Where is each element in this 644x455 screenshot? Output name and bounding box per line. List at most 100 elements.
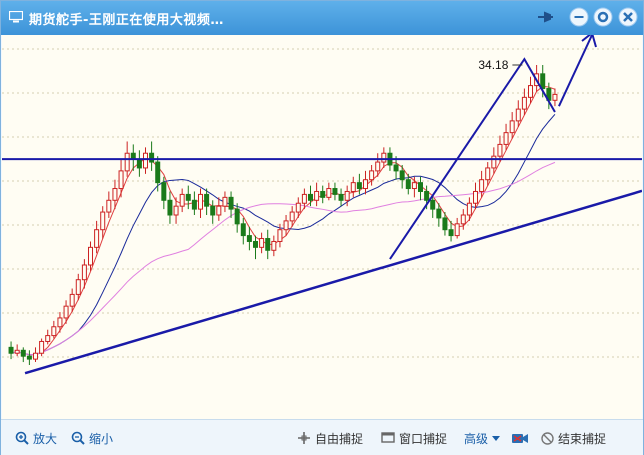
candle-body (405, 179, 411, 190)
minimize-icon[interactable] (569, 7, 589, 27)
video-camera-button[interactable] (511, 430, 533, 446)
candle-body (295, 202, 301, 213)
candle-body (155, 161, 161, 184)
candle-body (33, 352, 38, 360)
candle-body (57, 317, 63, 328)
zoom-out-label: 缩小 (89, 431, 114, 446)
advanced-dropdown[interactable]: 高级 (464, 430, 505, 446)
candle-body (259, 238, 265, 248)
zoom-out-button[interactable]: 缩小 (71, 430, 113, 446)
end-capture-label: 结束捕捉 (558, 431, 607, 446)
free-capture-label: 自由捕捉 (315, 431, 364, 446)
restore-icon[interactable] (593, 7, 613, 27)
video-camera-icon (512, 434, 528, 443)
candle-body (191, 199, 197, 210)
end-capture-button[interactable]: 结束捕捉 (541, 430, 606, 446)
candle-body (81, 264, 87, 281)
stop-icon (541, 431, 554, 445)
candle-body (161, 182, 167, 201)
candle-body (69, 293, 75, 307)
free-capture-button[interactable]: 自由捕捉 (297, 430, 363, 446)
candle-body (473, 190, 478, 204)
candle-body (521, 96, 527, 110)
candle-body (216, 205, 222, 216)
up-arrow-line (558, 35, 593, 107)
candle-body (301, 193, 307, 204)
candle-body (503, 132, 509, 145)
candle-body (39, 340, 45, 354)
candle-body (100, 211, 106, 231)
candle-body (491, 155, 497, 169)
advanced-label: 高级 (464, 431, 489, 446)
candle-body (112, 188, 118, 201)
candle-body (356, 182, 362, 190)
candle-body (552, 93, 558, 101)
candle-body (381, 152, 387, 163)
candle-body (399, 170, 405, 181)
candle-body (344, 190, 350, 201)
candle-body (479, 179, 485, 192)
candle-body (326, 188, 332, 198)
candle-body (240, 223, 246, 237)
candle-body (75, 279, 81, 295)
candle-body (509, 120, 515, 134)
candle-body (51, 326, 57, 337)
candle-body (118, 170, 124, 190)
monitor-icon (9, 11, 23, 23)
candle-body (320, 190, 326, 198)
title-bar[interactable]: 期货舵手-王刚正在使用大视频… (1, 1, 643, 35)
candle-body (411, 182, 417, 190)
candle-body (88, 246, 93, 266)
candle-body (393, 164, 399, 172)
candle-body (289, 211, 295, 222)
candle-body (8, 346, 14, 354)
capture-toolbar: 放大 缩小 自由捕捉 窗口捕捉 高级 结束捕捉 (1, 419, 643, 455)
candle-body (14, 349, 20, 354)
candle-body (283, 220, 289, 231)
candle-body (106, 199, 112, 213)
candle-body (246, 235, 252, 242)
candle-body (308, 193, 313, 201)
candle-body (332, 188, 338, 195)
candle-body (136, 158, 142, 169)
close-icon[interactable] (618, 7, 638, 27)
candle-body (26, 355, 32, 360)
candle-body (314, 190, 320, 201)
candle-body (375, 161, 381, 172)
candle-body (173, 205, 179, 216)
candle-body (228, 196, 234, 210)
window-capture-button[interactable]: 窗口捕捉 (381, 430, 447, 446)
pin-icon[interactable] (535, 7, 555, 27)
zoom-in-button[interactable]: 放大 (15, 430, 57, 446)
moving-averages (10, 85, 556, 356)
candle-body (369, 170, 375, 181)
candle-body (540, 73, 546, 90)
candle-body (185, 193, 191, 201)
candle-body (210, 205, 216, 216)
candle-body (454, 223, 460, 237)
price-chart: 34.18 (2, 35, 642, 419)
candle-body (418, 182, 423, 192)
candle-body (63, 305, 69, 319)
capture-window: 期货舵手-王刚正在使用大视频… 34.18 放大 缩小 自由捕捉 窗口捕捉 高级… (0, 0, 644, 455)
candle-body (448, 229, 454, 237)
candle-body (528, 85, 533, 98)
crosshair-icon (298, 432, 310, 444)
zoom-in-icon (15, 431, 29, 445)
candle-body (460, 214, 466, 225)
candle-body (515, 108, 521, 122)
candle-body (234, 208, 240, 225)
candle-body (363, 179, 368, 190)
candle-body (442, 217, 448, 231)
candle-body (338, 193, 344, 201)
candle-body (497, 143, 503, 157)
candle-body (45, 335, 51, 342)
candle-body (350, 182, 356, 192)
candle-body (253, 240, 258, 248)
candle-body (167, 199, 173, 216)
candle-body (204, 193, 210, 207)
candle-body (485, 167, 491, 181)
zoom-in-label: 放大 (33, 431, 58, 446)
candle-body (466, 202, 472, 216)
candle-body (179, 193, 185, 207)
